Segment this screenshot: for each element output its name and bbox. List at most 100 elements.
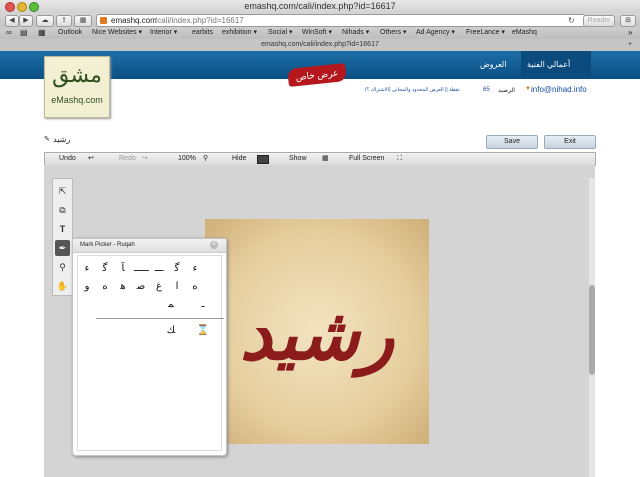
save-button[interactable]: Save xyxy=(486,135,538,149)
mark-glyph[interactable]: ﻭ xyxy=(80,280,94,294)
bookmark-nice-websites[interactable]: Nice Websites ▾ xyxy=(92,27,142,39)
sidebar-button[interactable]: ⊞ xyxy=(620,15,636,27)
hide-button[interactable]: Hide xyxy=(232,153,246,165)
user-menu-arrow-icon[interactable]: ▼ xyxy=(525,86,531,92)
mark-glyph[interactable]: ﻚ xyxy=(164,324,178,338)
mark-glyph[interactable]: ﻤ xyxy=(164,298,178,312)
bookmark-freelance[interactable]: FreeLance ▾ xyxy=(466,27,505,39)
url-host: emashq.com xyxy=(111,16,157,25)
fullscreen-button[interactable]: Full Screen xyxy=(349,153,384,165)
tool-palette: ⇱ ⧉ T ✒ ⚲ ✋ xyxy=(52,178,73,296)
balance-value: 65 xyxy=(483,87,490,93)
share-button[interactable]: ⇪ xyxy=(56,15,72,27)
mark-glyph[interactable]: ﺂ xyxy=(116,262,130,276)
crop-tool-icon[interactable]: ⧉ xyxy=(55,202,70,218)
bookmark-interior[interactable]: Interior ▾ xyxy=(150,27,177,39)
bookmark-exhibition[interactable]: exhibition ▾ xyxy=(222,27,257,39)
tab-bar: emashq.com/cali/index.php?id=16617 + xyxy=(0,39,640,51)
reload-icon[interactable]: ↻ xyxy=(568,15,575,26)
reader-button[interactable]: Reader xyxy=(583,15,615,27)
work-name: رشيد xyxy=(53,135,71,144)
mark-glyph[interactable]: ﻫ xyxy=(116,280,130,294)
redo-icon[interactable]: ↪ xyxy=(142,153,148,165)
artwork-svg: رشيد xyxy=(240,291,396,378)
back-button[interactable]: ◀ xyxy=(5,15,19,27)
mark-glyph[interactable]: ﮔ xyxy=(98,262,112,276)
window-title-bar: emashq.com/cali/index.php?id=16617 xyxy=(0,0,640,13)
nav-item-my-artworks[interactable]: أعمالي الفنية xyxy=(527,51,570,79)
undo-icon[interactable]: ↩ xyxy=(88,153,94,165)
redo-button[interactable]: Redo xyxy=(119,153,136,165)
mark-glyph[interactable]: ـــ xyxy=(152,262,166,276)
mark-glyph[interactable]: ⌛ xyxy=(196,324,210,338)
bookmarks-overflow-icon[interactable]: » xyxy=(628,27,632,39)
browser-toolbar: ◀ ▶ ☁ ⇪ ▦ emashq.com /cali/index.php?id=… xyxy=(0,13,640,27)
close-picker-icon[interactable]: × xyxy=(210,241,218,249)
mark-glyph[interactable]: ﺀ xyxy=(80,262,94,276)
window-title: emashq.com/cali/index.php?id=16617 xyxy=(244,1,396,11)
hide-grid-icon[interactable] xyxy=(257,155,269,164)
picker-divider xyxy=(96,318,224,319)
zoom-tool-icon[interactable]: ⚲ xyxy=(55,259,70,275)
mark-tool-icon[interactable]: ✒ xyxy=(55,240,70,256)
bookmark-earbits[interactable]: earbits xyxy=(192,27,213,39)
bookmark-nihads[interactable]: Nihads ▾ xyxy=(342,27,369,39)
address-bar[interactable]: emashq.com /cali/index.php?id=16617 ↻ xyxy=(96,14,586,27)
mark-picker-title: Mark Picker - Ruqah xyxy=(80,242,135,248)
logo-latin-text: eMashq.com xyxy=(51,95,103,105)
reading-list-icon[interactable]: ∞ xyxy=(6,27,12,39)
mark-glyph[interactable]: ﻩ xyxy=(98,280,112,294)
mark-glyph[interactable]: ـ xyxy=(196,298,210,312)
bookmark-outlook[interactable]: Outlook xyxy=(58,27,82,39)
zoom-level[interactable]: 100% xyxy=(178,153,196,165)
mark-glyph[interactable]: ا xyxy=(170,280,184,294)
bookmark-emashq[interactable]: eMashq xyxy=(512,27,537,39)
hand-tool-icon[interactable]: ✋ xyxy=(55,278,70,294)
show-grid-icon[interactable]: ▦ xyxy=(322,153,329,165)
top-sites-icon[interactable]: ▦ xyxy=(38,27,46,39)
mark-glyph[interactable]: ﺻ xyxy=(134,280,148,294)
editor-toolbar: Undo ↩ Redo ↪ 100% ⚲ Hide Show ▦ Full Sc… xyxy=(44,152,596,166)
nav-item-offers[interactable]: العروض xyxy=(480,51,506,79)
show-button[interactable]: Show xyxy=(289,153,307,165)
emashq-logo[interactable]: مشق eMashq.com xyxy=(44,56,110,118)
zoom-window-icon[interactable] xyxy=(29,2,39,12)
exit-button[interactable]: Exit xyxy=(544,135,596,149)
close-window-icon[interactable] xyxy=(5,2,15,12)
user-email[interactable]: info@nihad.info xyxy=(531,85,587,94)
forward-button[interactable]: ▶ xyxy=(19,15,33,27)
mark-glyph[interactable]: ه xyxy=(188,280,202,294)
work-name-icon: ✎ xyxy=(44,136,50,143)
bookmark-social[interactable]: Social ▾ xyxy=(268,27,293,39)
mark-picker-header[interactable]: Mark Picker - Ruqah × xyxy=(73,239,226,253)
bookmark-ad-agency[interactable]: Ad Agency ▾ xyxy=(416,27,455,39)
mark-picker-panel: Mark Picker - Ruqah × ء ﮔ ـــ ـــــ ﺂ ﮔ ﺀ ه ا ﻍ ﺻ ﻫ… xyxy=(72,238,227,456)
bookmarks-book-icon[interactable]: ▤ xyxy=(20,27,28,39)
mark-glyph[interactable]: ﻍ xyxy=(152,280,166,294)
balance-label: الرصيد xyxy=(498,88,515,94)
artwork-calligraphy[interactable]: رشيد xyxy=(240,291,396,378)
tab-current[interactable]: emashq.com/cali/index.php?id=16617 xyxy=(261,41,379,48)
bookmark-others[interactable]: Others ▾ xyxy=(380,27,406,39)
fullscreen-icon[interactable]: ⛶ xyxy=(397,153,402,165)
pointer-tool-icon[interactable]: ⇱ xyxy=(55,183,70,199)
undo-button[interactable]: Undo xyxy=(59,153,76,165)
minimize-window-icon[interactable] xyxy=(17,2,27,12)
mark-grid: ء ﮔ ـــ ـــــ ﺂ ﮔ ﺀ ه ا ﻍ ﺻ ﻫ ﻩ ﻭ ـ ﻤ ﻚ ⌛ xyxy=(77,255,224,451)
user-info-line: info@nihad.info ▼ الرصيد 65 نقطة || العر… xyxy=(365,85,617,97)
text-tool-icon[interactable]: T xyxy=(55,221,70,237)
top-sites-button[interactable]: ▦ xyxy=(74,15,92,27)
zoom-magnifier-icon[interactable]: ⚲ xyxy=(203,153,208,165)
icloud-button[interactable]: ☁ xyxy=(36,15,54,27)
mark-glyph[interactable]: ـــــ xyxy=(134,262,149,276)
subscription-text[interactable]: نقطة || العرض المحدود والمجاني (الاشتراك… xyxy=(365,87,481,93)
bookmark-winsoft[interactable]: WinSoft ▾ xyxy=(302,27,332,39)
url-path: /cali/index.php?id=16617 xyxy=(155,16,244,25)
new-tab-icon[interactable]: + xyxy=(628,39,632,51)
artwork-paper[interactable]: رشيد xyxy=(205,219,429,444)
logo-arabic-text: مشق xyxy=(52,63,102,88)
site-favicon-icon xyxy=(100,17,107,24)
scrollbar-thumb[interactable] xyxy=(589,285,595,375)
mark-glyph[interactable]: ﮔ xyxy=(170,262,184,276)
mark-glyph[interactable]: ء xyxy=(188,262,202,276)
